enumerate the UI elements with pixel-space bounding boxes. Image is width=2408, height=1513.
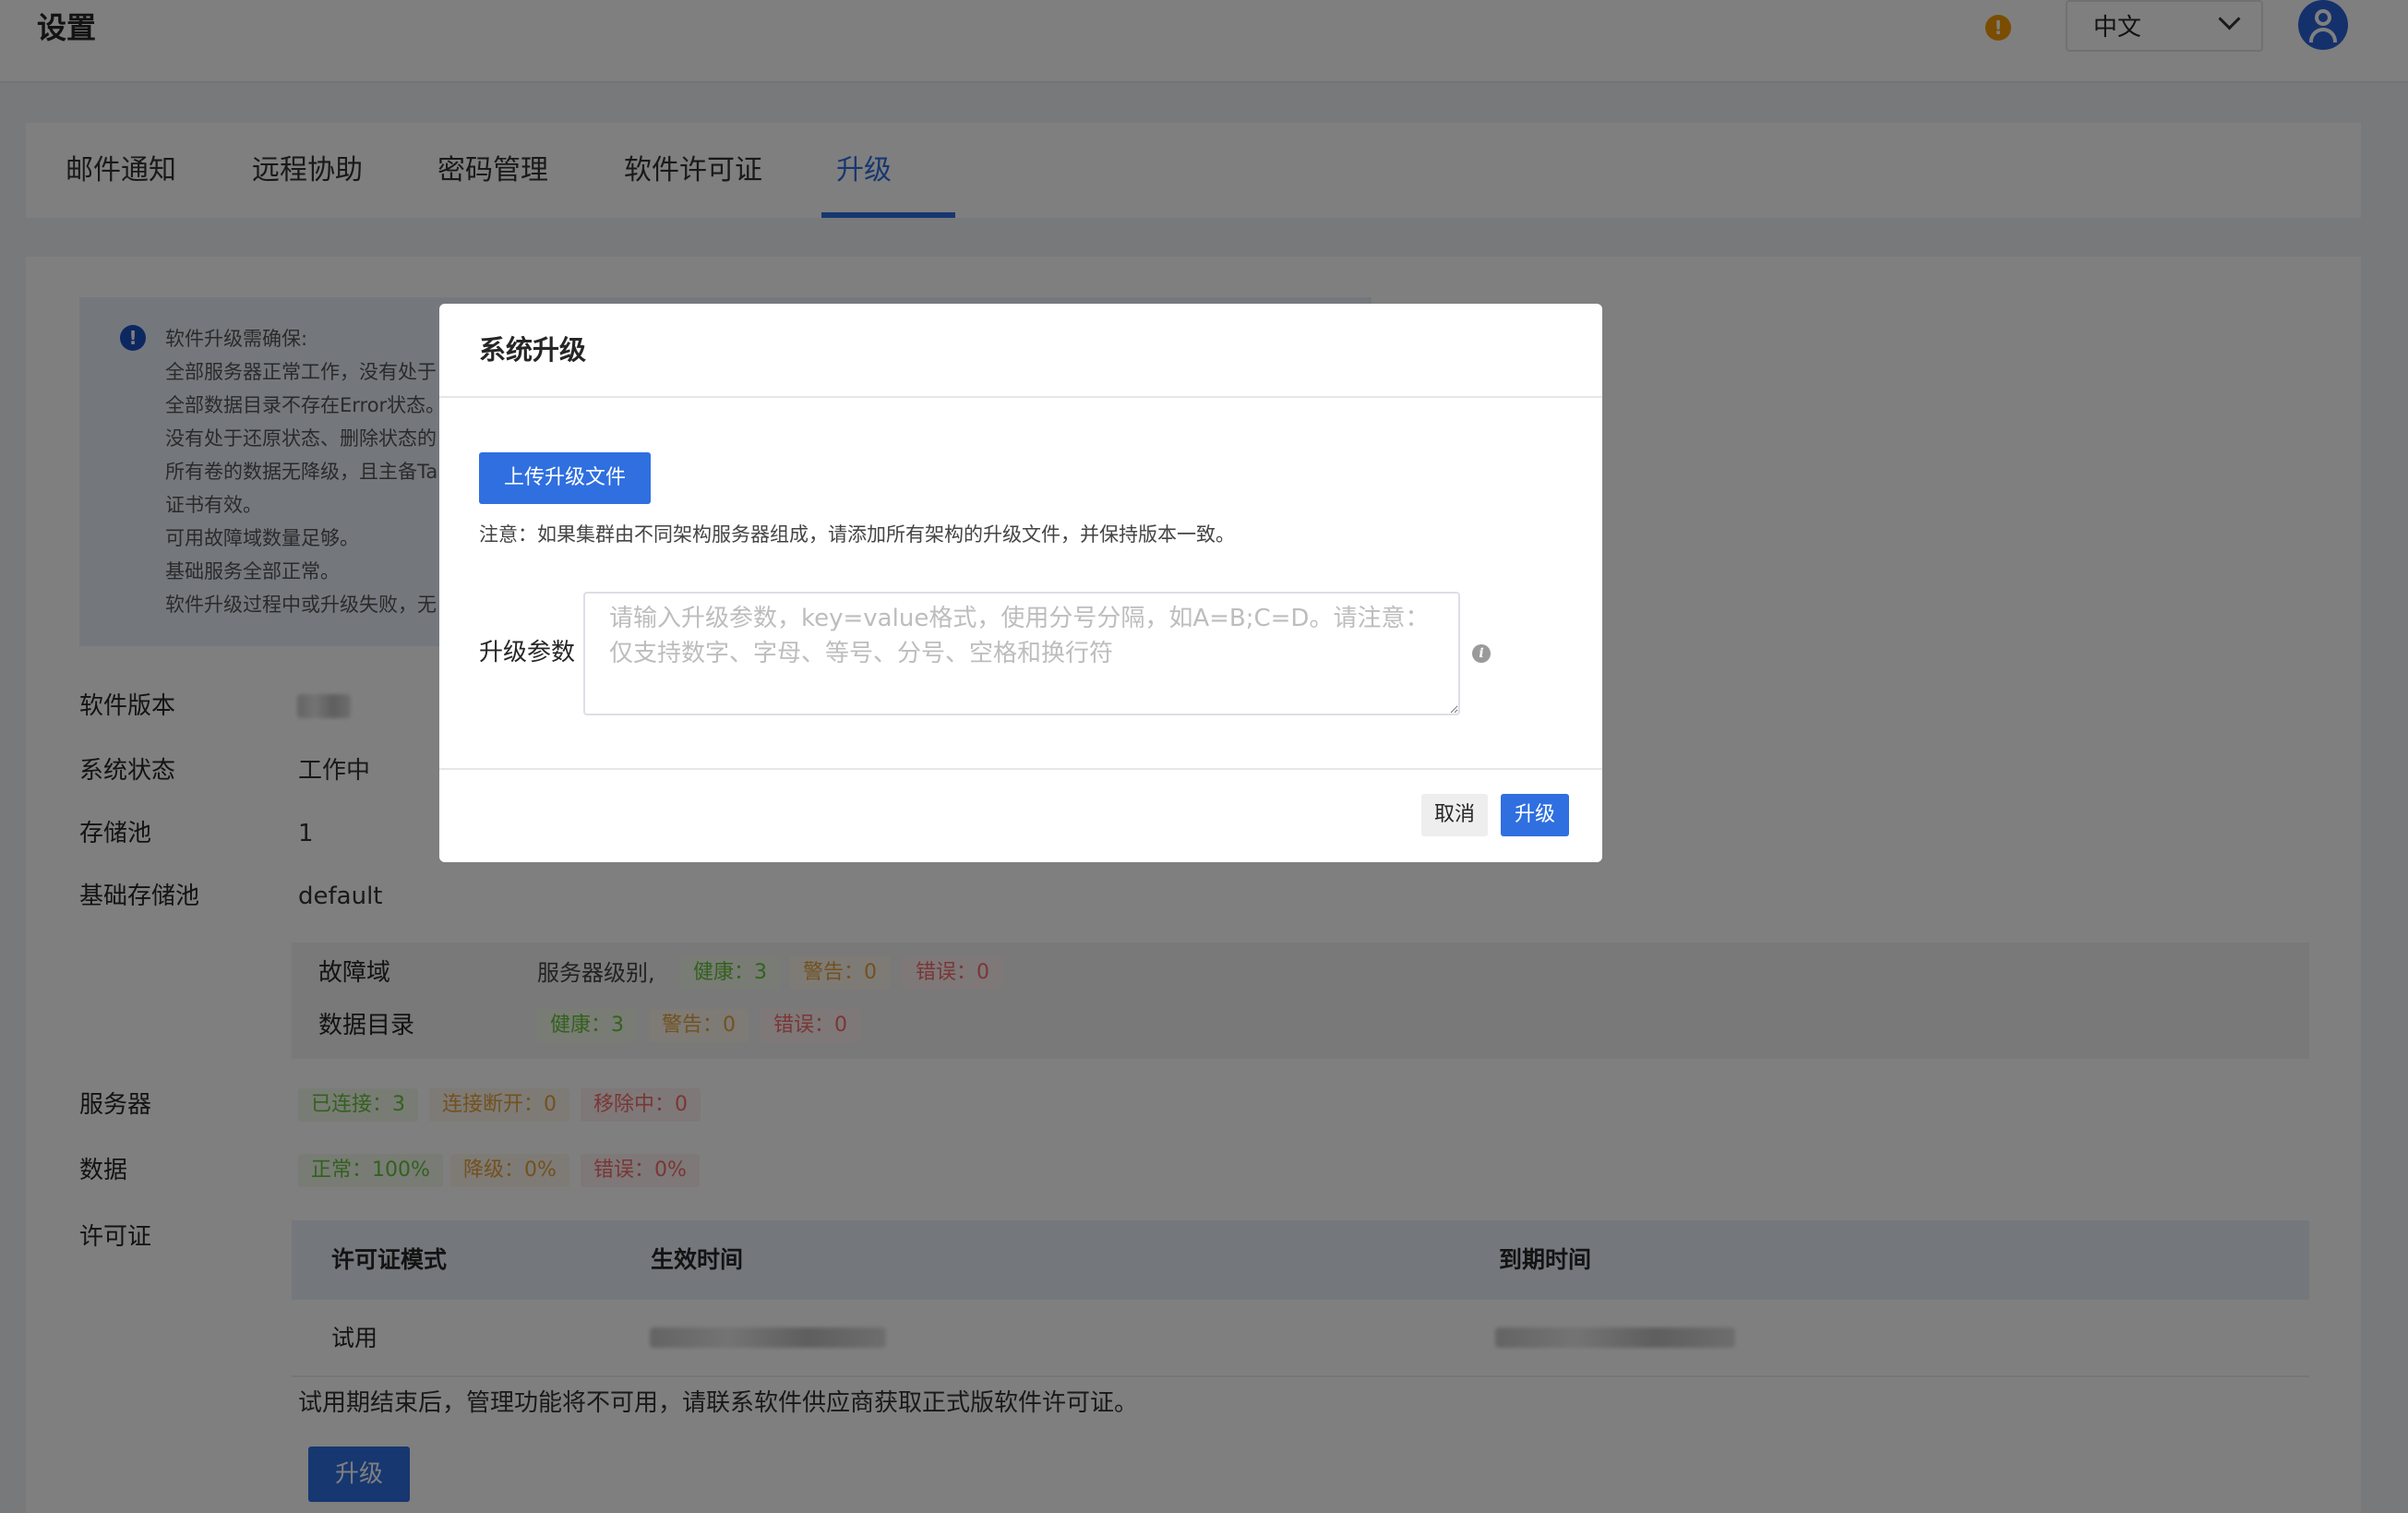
dialog-title: 系统升级 [479, 334, 587, 366]
cancel-button[interactable]: 取消 [1421, 794, 1488, 836]
dialog-header-divider [439, 396, 1602, 398]
info-icon[interactable]: i [1472, 644, 1491, 663]
dialog-footer-divider [439, 768, 1602, 770]
upgrade-params-label: 升级参数 [479, 639, 576, 666]
upload-upgrade-file-button[interactable]: 上传升级文件 [479, 452, 651, 504]
system-upgrade-dialog: 系统升级 上传升级文件 注意：如果集群由不同架构服务器组成，请添加所有架构的升级… [439, 304, 1602, 862]
confirm-upgrade-button[interactable]: 升级 [1501, 794, 1569, 836]
dialog-note: 注意：如果集群由不同架构服务器组成，请添加所有架构的升级文件，并保持版本一致。 [479, 523, 1235, 546]
upgrade-params-input[interactable] [583, 592, 1460, 715]
